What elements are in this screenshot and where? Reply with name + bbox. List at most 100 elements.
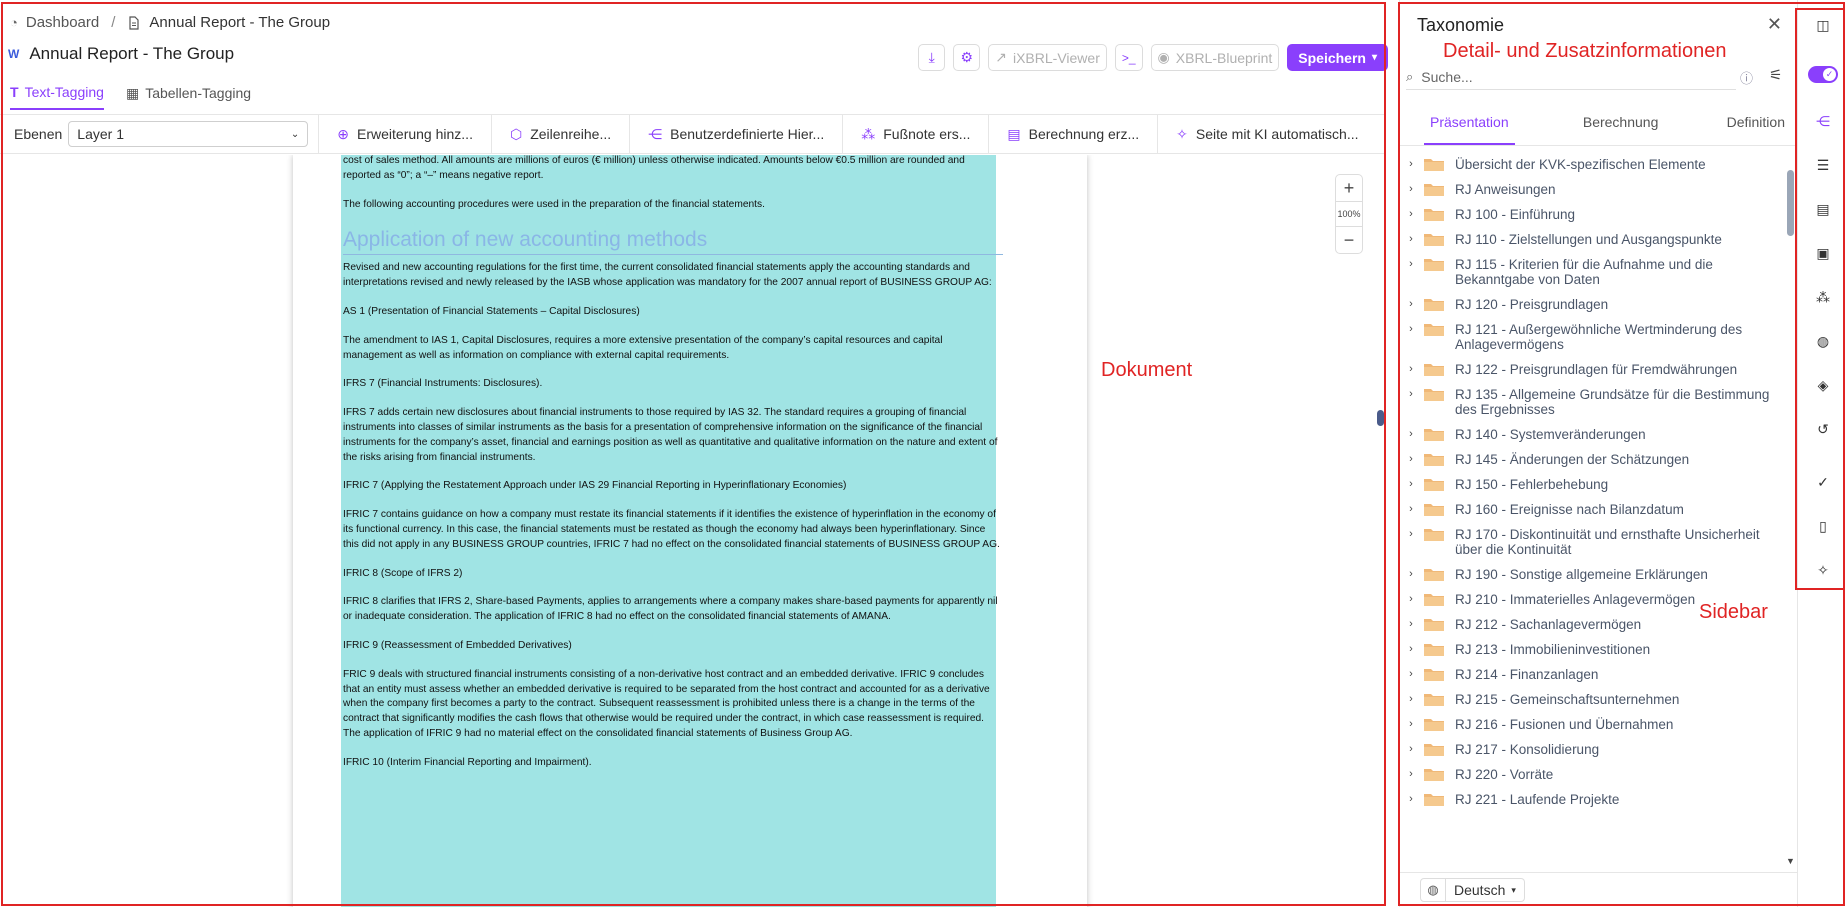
layer-select-value: Layer 1 bbox=[77, 126, 124, 142]
tree-item[interactable]: › RJ 214 - Finanzanlagen bbox=[1400, 662, 1785, 687]
row-series-button[interactable]: ⬡ Zeilenreihe... bbox=[490, 115, 629, 153]
chevron-right-icon[interactable]: › bbox=[1403, 667, 1419, 682]
history-icon[interactable]: ↺ bbox=[1812, 418, 1834, 440]
chevron-right-icon[interactable]: › bbox=[1403, 387, 1419, 402]
chevron-right-icon[interactable]: › bbox=[1403, 792, 1419, 807]
create-calculation-button[interactable]: ▤ Berechnung erz... bbox=[988, 115, 1157, 153]
settings-button[interactable]: ⚙ bbox=[953, 44, 981, 71]
scroll-down-icon[interactable]: ▼ bbox=[1786, 856, 1795, 866]
tree-item[interactable]: › RJ 100 - Einführung bbox=[1400, 202, 1785, 227]
custom-hierarchy-button[interactable]: ⋲ Benutzerdefinierte Hier... bbox=[629, 115, 842, 153]
tab-calculation[interactable]: Berechnung bbox=[1583, 108, 1659, 145]
save-button[interactable]: Speichern ▾ bbox=[1287, 44, 1388, 71]
chevron-right-icon[interactable]: › bbox=[1403, 157, 1419, 172]
chevron-right-icon[interactable]: › bbox=[1403, 717, 1419, 732]
footprints-icon[interactable]: ⁂ bbox=[1812, 286, 1834, 308]
tree-item-label: RJ 122 - Preisgrundlagen für Fremdwährun… bbox=[1455, 362, 1738, 377]
tree-item[interactable]: › RJ 190 - Sonstige allgemeine Erklärunge… bbox=[1400, 562, 1785, 587]
close-icon[interactable]: ✕ bbox=[1767, 14, 1782, 35]
chevron-right-icon[interactable]: › bbox=[1403, 322, 1419, 337]
chevron-right-icon[interactable]: › bbox=[1403, 477, 1419, 492]
add-extension-button[interactable]: ⊕ Erweiterung hinz... bbox=[318, 115, 491, 153]
folder-icon bbox=[1424, 259, 1444, 271]
chevron-right-icon[interactable]: › bbox=[1403, 742, 1419, 757]
document-scrollbar[interactable] bbox=[1377, 410, 1384, 426]
tree-item-label: RJ 215 - Gemeinschaftsunternehmen bbox=[1455, 692, 1680, 707]
breadcrumb-dashboard[interactable]: Dashboard bbox=[26, 14, 99, 31]
tree-item-label: RJ 120 - Preisgrundlagen bbox=[1455, 297, 1609, 312]
calculator-icon[interactable]: ▤ bbox=[1812, 198, 1834, 220]
chevron-right-icon[interactable]: › bbox=[1403, 767, 1419, 782]
tree-item[interactable]: › Übersicht der KVK-spezifischen Elemente bbox=[1400, 152, 1785, 177]
tree-item[interactable]: › RJ 150 - Fehlerbehebung bbox=[1400, 472, 1785, 497]
tree-item[interactable]: › RJ 115 - Kriterien für die Aufnahme und… bbox=[1400, 252, 1785, 292]
chevron-right-icon[interactable]: › bbox=[1403, 427, 1419, 442]
sidebar-scrollbar[interactable] bbox=[1787, 170, 1794, 236]
folder-icon bbox=[1424, 159, 1444, 171]
tree-item[interactable]: › RJ 122 - Preisgrundlagen für Fremdwähru… bbox=[1400, 357, 1785, 382]
chevron-right-icon[interactable]: › bbox=[1403, 592, 1419, 607]
search-input[interactable]: ⌕ Suche... bbox=[1406, 64, 1736, 90]
document-text[interactable]: cost of sales method. All amounts are mi… bbox=[343, 155, 1003, 785]
tree-item[interactable]: › RJ 215 - Gemeinschaftsunternehmen bbox=[1400, 687, 1785, 712]
doc-paragraph: IFRS 7 adds certain new disclosures abou… bbox=[343, 407, 998, 463]
chevron-right-icon[interactable]: › bbox=[1403, 567, 1419, 582]
globe-icon[interactable]: ◍ bbox=[1812, 330, 1834, 352]
magic-wand-icon: ✧ bbox=[1176, 125, 1188, 142]
filter-icon[interactable]: ⚟ bbox=[1769, 66, 1782, 84]
ixbrl-viewer-button[interactable]: ↗ iXBRL-Viewer bbox=[988, 44, 1107, 71]
zoom-out-button[interactable]: − bbox=[1344, 227, 1355, 253]
chevron-right-icon[interactable]: › bbox=[1403, 692, 1419, 707]
clipboard-icon[interactable]: ▣ bbox=[1812, 242, 1834, 264]
tree-item[interactable]: › RJ 213 - Immobilieninvestitionen bbox=[1400, 637, 1785, 662]
tree-item[interactable]: › RJ 145 - Änderungen der Schätzungen bbox=[1400, 447, 1785, 472]
folder-icon bbox=[1424, 594, 1444, 606]
tab-definition[interactable]: Definition bbox=[1727, 108, 1785, 145]
xbrl-blueprint-button[interactable]: ◉ XBRL-Blueprint bbox=[1150, 44, 1280, 71]
language-select[interactable]: Deutsch ▾ bbox=[1446, 878, 1525, 902]
chevron-right-icon[interactable]: › bbox=[1403, 502, 1419, 517]
chevron-right-icon[interactable]: › bbox=[1403, 527, 1419, 542]
tree-item[interactable]: › RJ 220 - Vorräte bbox=[1400, 762, 1785, 787]
breadcrumb-current[interactable]: Annual Report - The Group bbox=[149, 14, 330, 31]
tree-item[interactable]: › RJ 217 - Konsolidierung bbox=[1400, 737, 1785, 762]
layers-icon[interactable]: ◈ bbox=[1812, 374, 1834, 396]
tree-item[interactable]: › RJ 216 - Fusionen und Übernahmen bbox=[1400, 712, 1785, 737]
chevron-right-icon[interactable]: › bbox=[1403, 452, 1419, 467]
chevron-right-icon[interactable]: › bbox=[1403, 182, 1419, 197]
tree-item[interactable]: › RJ 140 - Systemveränderungen bbox=[1400, 422, 1785, 447]
download-button[interactable]: ⤓ bbox=[918, 44, 946, 71]
list-icon[interactable]: ☰ bbox=[1812, 154, 1834, 176]
tree-item[interactable]: › RJ 121 - Außergewöhnliche Wertminderung… bbox=[1400, 317, 1785, 357]
chevron-right-icon[interactable]: › bbox=[1403, 617, 1419, 632]
chevron-right-icon[interactable]: › bbox=[1403, 362, 1419, 377]
tagging-toggle[interactable]: ✓ bbox=[1808, 66, 1838, 83]
layer-select[interactable]: Layer 1 ⌄ bbox=[68, 121, 309, 147]
tree-item-label: RJ Anweisungen bbox=[1455, 182, 1556, 197]
tree-item[interactable]: › RJ 120 - Preisgrundlagen bbox=[1400, 292, 1785, 317]
terminal-button[interactable]: >_ bbox=[1114, 44, 1143, 71]
chevron-right-icon[interactable]: › bbox=[1403, 257, 1419, 272]
tree-item[interactable]: › RJ 135 - Allgemeine Grundsätze für die … bbox=[1400, 382, 1785, 422]
tree-item[interactable]: › RJ 110 - Zielstellungen und Ausgangspun… bbox=[1400, 227, 1785, 252]
create-footnote-button[interactable]: ⁂ Fußnote ers... bbox=[842, 115, 988, 153]
panel-toggle-icon[interactable]: ◫ bbox=[1812, 14, 1834, 36]
zoom-in-button[interactable]: + bbox=[1344, 175, 1355, 201]
tab-presentation[interactable]: Präsentation bbox=[1424, 108, 1515, 145]
check-circle-icon[interactable]: ✓ bbox=[1812, 471, 1834, 493]
chevron-right-icon[interactable]: › bbox=[1403, 642, 1419, 657]
file-icon[interactable]: ▯ bbox=[1812, 515, 1834, 537]
tree-item[interactable]: › RJ 221 - Laufende Projekte bbox=[1400, 787, 1785, 812]
tree-item[interactable]: › RJ 160 - Ereignisse nach Bilanzdatum bbox=[1400, 497, 1785, 522]
ai-autotag-button[interactable]: ✧ Seite mit KI automatisch... bbox=[1157, 115, 1376, 153]
tab-text-tagging[interactable]: T Text-Tagging bbox=[10, 84, 104, 110]
tree-item[interactable]: › RJ Anweisungen bbox=[1400, 177, 1785, 202]
hierarchy-icon[interactable]: ⋲ bbox=[1812, 110, 1834, 132]
chevron-right-icon[interactable]: › bbox=[1403, 232, 1419, 247]
chevron-right-icon[interactable]: › bbox=[1403, 297, 1419, 312]
magic-wand-icon[interactable]: ✧ bbox=[1812, 559, 1834, 581]
chevron-right-icon[interactable]: › bbox=[1403, 207, 1419, 222]
tab-table-tagging[interactable]: ▦ Tabellen-Tagging bbox=[126, 84, 251, 110]
info-icon[interactable]: ⓘ bbox=[1740, 68, 1753, 87]
tree-item[interactable]: › RJ 170 - Diskontinuität und ernsthafte … bbox=[1400, 522, 1785, 562]
